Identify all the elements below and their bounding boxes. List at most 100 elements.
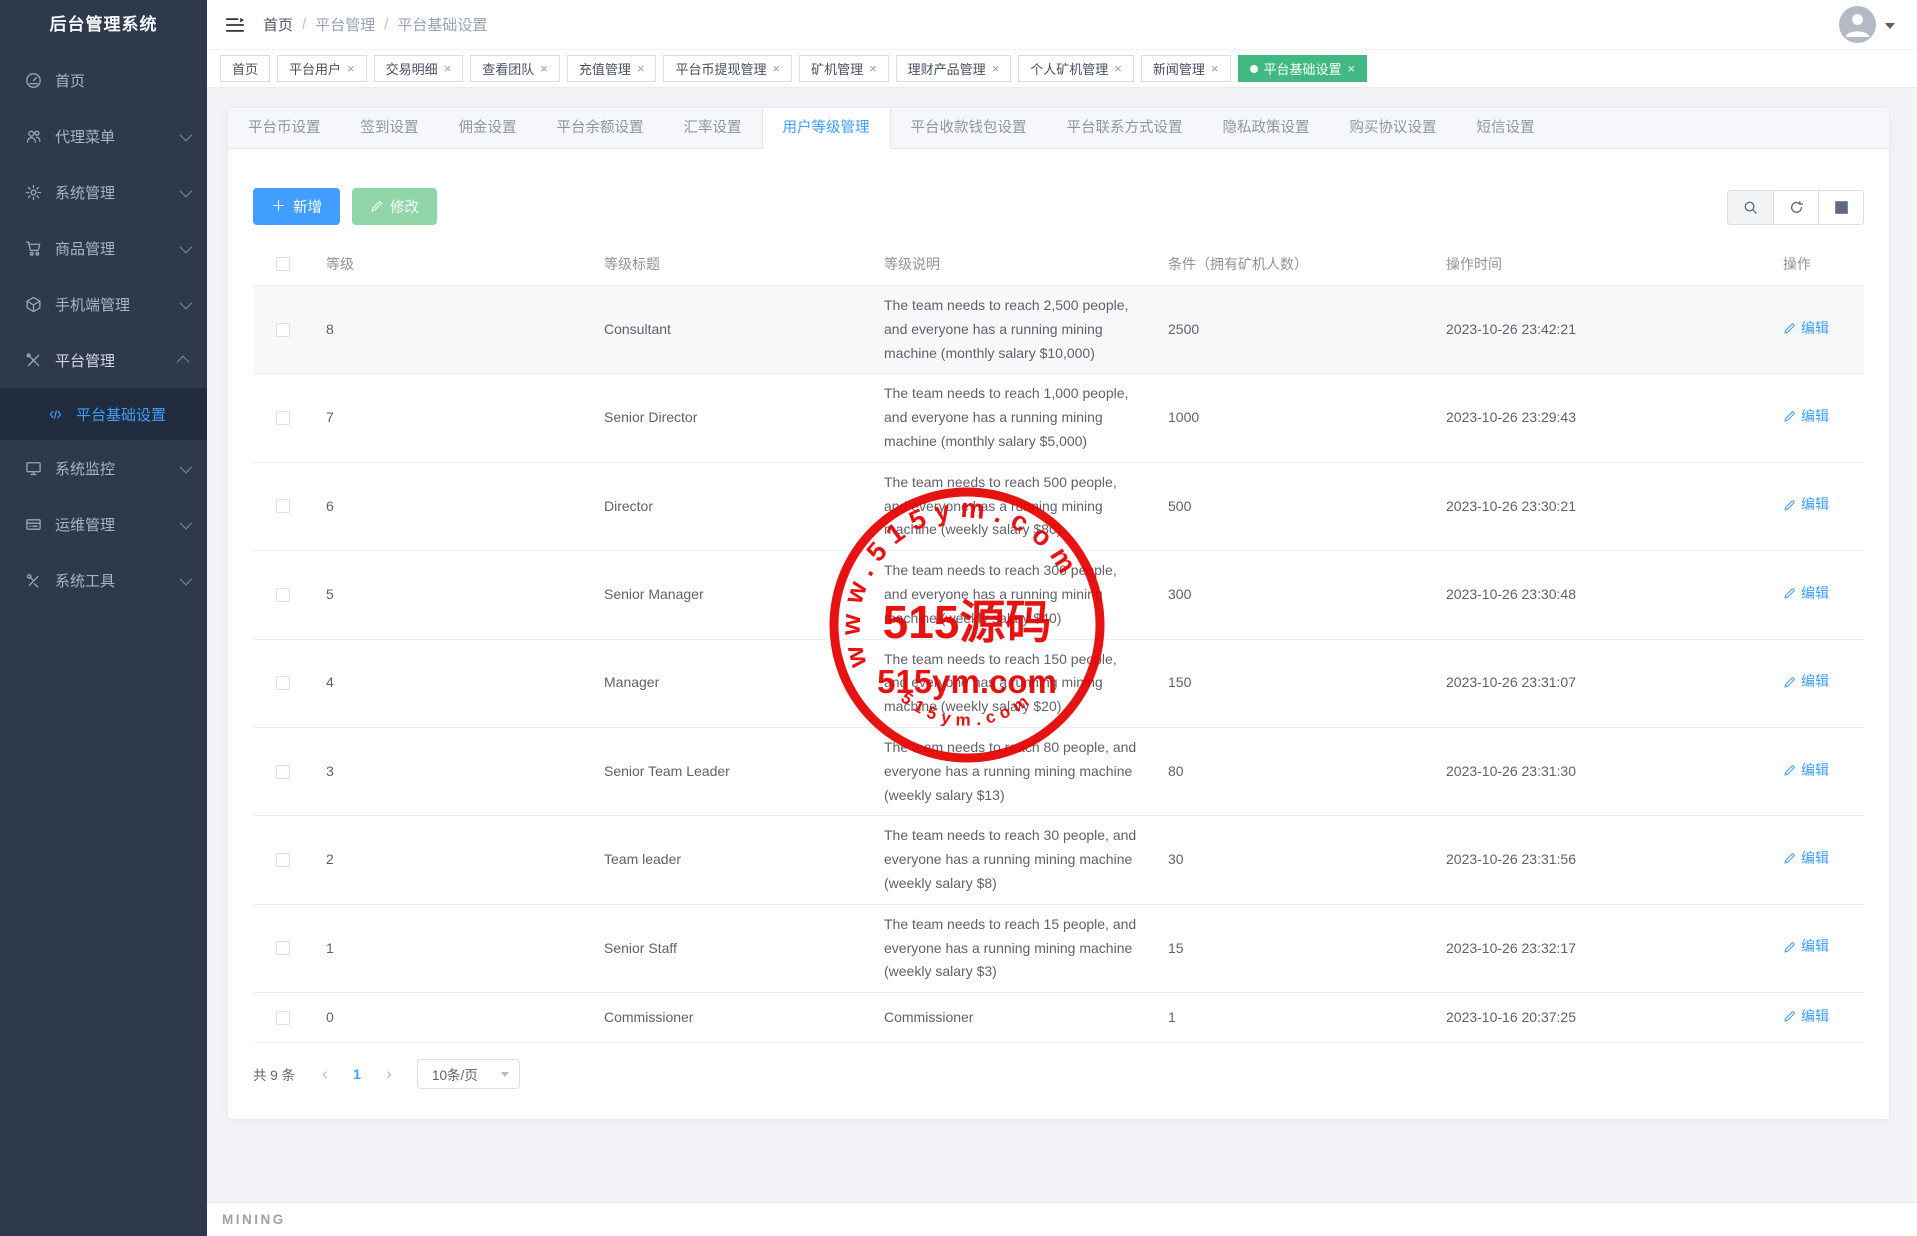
row-checkbox[interactable]	[276, 853, 290, 867]
action-cell: 编辑	[1770, 485, 1864, 527]
close-icon[interactable]: ×	[347, 62, 355, 75]
sidebar-item-label: 商品管理	[55, 238, 180, 259]
current-page-button[interactable]: 1	[343, 1060, 371, 1088]
tab-5[interactable]: 用户等级管理	[762, 108, 891, 149]
chevron-down-icon[interactable]	[1885, 23, 1895, 34]
table-row: 7Senior DirectorThe team needs to reach …	[253, 374, 1864, 462]
row-checkbox[interactable]	[276, 765, 290, 779]
title-cell: Commissioner	[591, 998, 871, 1038]
edit-label: 编辑	[1801, 759, 1829, 783]
close-icon[interactable]: ×	[772, 62, 780, 75]
row-checkbox[interactable]	[276, 676, 290, 690]
time-cell: 2023-10-26 23:32:17	[1433, 929, 1770, 969]
close-icon[interactable]: ×	[1348, 62, 1356, 75]
plus-icon: ＋	[271, 199, 286, 214]
tag-8[interactable]: 个人矿机管理×	[1018, 55, 1134, 82]
search-toggle-button[interactable]	[1728, 191, 1773, 224]
sidebar-item-1[interactable]: 代理菜单	[0, 108, 207, 164]
tag-3[interactable]: 查看团队×	[470, 55, 560, 82]
edit-row-button[interactable]: 编辑	[1783, 670, 1829, 694]
tag-0[interactable]: 首页	[220, 55, 270, 82]
tag-4[interactable]: 充值管理×	[567, 55, 657, 82]
action-cell: 编辑	[1770, 309, 1864, 351]
sidebar-item-0[interactable]: 首页	[0, 52, 207, 108]
tab-6[interactable]: 平台收款钱包设置	[891, 108, 1047, 148]
sidebar-item-label: 系统管理	[55, 182, 180, 203]
page-size-select[interactable]: 10条/页	[417, 1059, 520, 1089]
sidebar-item-label: 首页	[55, 70, 189, 91]
add-button[interactable]: ＋ 新增	[253, 188, 340, 225]
sidebar-item-8[interactable]: 系统工具	[0, 552, 207, 608]
close-icon[interactable]: ×	[1114, 62, 1122, 75]
breadcrumb-item-2[interactable]: 平台基础设置	[397, 14, 487, 35]
tag-2[interactable]: 交易明细×	[374, 55, 464, 82]
description-cell: The team needs to reach 500 people, and …	[871, 463, 1155, 550]
prev-page-button[interactable]: ‹	[311, 1060, 339, 1088]
dashboard-icon	[25, 72, 42, 89]
table-row: 4ManagerThe team needs to reach 150 peop…	[253, 640, 1864, 728]
tag-5[interactable]: 平台币提现管理×	[663, 55, 792, 82]
menu-fold-icon[interactable]	[225, 15, 245, 35]
row-checkbox[interactable]	[276, 1011, 290, 1025]
row-checkbox[interactable]	[276, 588, 290, 602]
tab-9[interactable]: 购买协议设置	[1330, 108, 1457, 148]
sidebar-item-5[interactable]: 平台管理	[0, 332, 207, 388]
close-icon[interactable]: ×	[444, 62, 452, 75]
tag-9[interactable]: 新闻管理×	[1141, 55, 1231, 82]
user-level-table: 等级等级标题等级说明条件（拥有矿机人数）操作时间操作8ConsultantThe…	[253, 243, 1864, 1043]
close-icon[interactable]: ×	[1211, 62, 1219, 75]
table-toolbar: ＋ 新增 修改	[253, 188, 1864, 225]
tag-label: 首页	[232, 59, 258, 78]
tab-3[interactable]: 平台余额设置	[537, 108, 664, 148]
title-cell: Senior Director	[591, 398, 871, 438]
edit-row-button[interactable]: 编辑	[1783, 1005, 1829, 1029]
user-menu	[1839, 6, 1895, 43]
close-icon[interactable]: ×	[540, 62, 548, 75]
sidebar-item-3[interactable]: 商品管理	[0, 220, 207, 276]
close-icon[interactable]: ×	[869, 62, 877, 75]
tag-1[interactable]: 平台用户×	[277, 55, 367, 82]
column-header-3: 条件（拥有矿机人数）	[1155, 243, 1433, 285]
column-header-0: 等级	[313, 243, 591, 285]
tab-7[interactable]: 平台联系方式设置	[1047, 108, 1203, 148]
sidebar-item-7[interactable]: 运维管理	[0, 496, 207, 552]
main-area: 首页/平台管理/平台基础设置 首页平台用户×交易明细×查看团队×充值管理×平台币…	[207, 0, 1917, 1236]
edit-button-disabled[interactable]: 修改	[352, 188, 437, 225]
breadcrumb-item-0[interactable]: 首页	[263, 14, 293, 35]
condition-cell: 80	[1155, 752, 1433, 792]
next-page-button[interactable]: ›	[375, 1060, 403, 1088]
tab-2[interactable]: 佣金设置	[439, 108, 537, 148]
edit-row-button[interactable]: 编辑	[1783, 935, 1829, 959]
avatar[interactable]	[1839, 6, 1876, 43]
edit-row-button[interactable]: 编辑	[1783, 759, 1829, 783]
edit-row-button[interactable]: 编辑	[1783, 493, 1829, 517]
row-checkbox[interactable]	[276, 499, 290, 513]
tag-label: 平台基础设置	[1264, 59, 1342, 78]
row-checkbox[interactable]	[276, 941, 290, 955]
edit-row-button[interactable]: 编辑	[1783, 405, 1829, 429]
edit-row-button[interactable]: 编辑	[1783, 582, 1829, 606]
tag-10[interactable]: 平台基础设置 ×	[1238, 55, 1368, 82]
sidebar-subitem-5-0[interactable]: 平台基础设置	[0, 388, 207, 440]
tab-8[interactable]: 隐私政策设置	[1203, 108, 1330, 148]
tab-0[interactable]: 平台币设置	[228, 108, 341, 148]
refresh-button[interactable]	[1773, 191, 1818, 224]
sidebar-item-6[interactable]: 系统监控	[0, 440, 207, 496]
edit-row-button[interactable]: 编辑	[1783, 317, 1829, 341]
tab-10[interactable]: 短信设置	[1457, 108, 1555, 148]
edit-row-button[interactable]: 编辑	[1783, 847, 1829, 871]
columns-button[interactable]	[1818, 191, 1863, 224]
breadcrumb-item-1[interactable]: 平台管理	[315, 14, 375, 35]
tag-6[interactable]: 矿机管理×	[799, 55, 889, 82]
tag-7[interactable]: 理财产品管理×	[896, 55, 1012, 82]
tab-1[interactable]: 签到设置	[341, 108, 439, 148]
close-icon[interactable]: ×	[992, 62, 1000, 75]
close-icon[interactable]: ×	[637, 62, 645, 75]
sidebar-item-4[interactable]: 手机端管理	[0, 276, 207, 332]
row-checkbox[interactable]	[276, 323, 290, 337]
row-checkbox[interactable]	[276, 411, 290, 425]
select-all-checkbox[interactable]	[276, 257, 290, 271]
time-cell: 2023-10-26 23:42:21	[1433, 310, 1770, 350]
sidebar-item-2[interactable]: 系统管理	[0, 164, 207, 220]
tab-4[interactable]: 汇率设置	[664, 108, 762, 148]
